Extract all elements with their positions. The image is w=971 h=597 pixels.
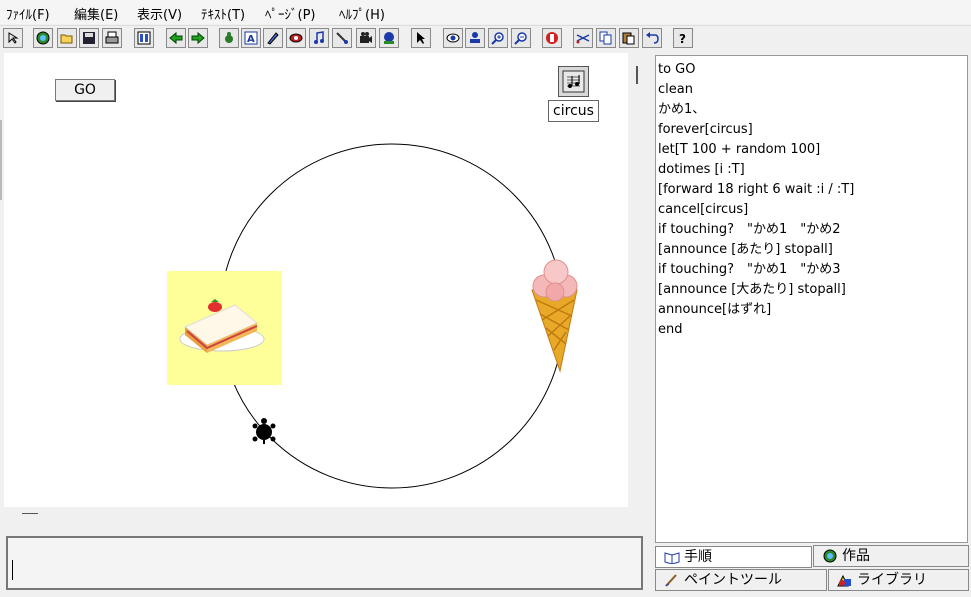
cake-sprite[interactable] bbox=[167, 271, 282, 385]
book-icon bbox=[664, 550, 680, 570]
code-line: end bbox=[658, 322, 683, 337]
code-line: [forward 18 right 6 wait :i / :T] bbox=[658, 182, 855, 197]
code-line: clean bbox=[658, 82, 693, 97]
text-caret bbox=[12, 560, 13, 580]
code-line: if touching? "かめ1 "かめ2 bbox=[658, 222, 841, 237]
command-input[interactable] bbox=[6, 536, 643, 590]
code-line: [announce [大あたり] stopall] bbox=[658, 282, 846, 297]
music-label: circus bbox=[548, 100, 599, 122]
status-divider bbox=[22, 513, 38, 514]
tab-procedures[interactable]: 手順 bbox=[655, 546, 812, 568]
tab-library-label: ライブラリ bbox=[857, 572, 927, 588]
shapes-icon bbox=[837, 573, 853, 593]
cake-icon bbox=[179, 299, 265, 353]
procedure-editor[interactable]: to GO clean かめ1、 forever[circus] let[T 1… bbox=[655, 55, 968, 543]
tab-works-label: 作品 bbox=[842, 548, 870, 564]
tab-works[interactable]: 作品 bbox=[813, 545, 969, 567]
tab-procedures-label: 手順 bbox=[684, 549, 712, 565]
music-icon[interactable] bbox=[558, 66, 589, 97]
code-line: dotimes [i :T] bbox=[658, 162, 745, 177]
code-line: かめ1、 bbox=[658, 102, 706, 117]
tab-library[interactable]: ライブラリ bbox=[828, 569, 969, 591]
code-line: announce[はずれ] bbox=[658, 302, 772, 317]
code-line: cancel[circus] bbox=[658, 202, 749, 217]
code-line: [announce [あたり] stopall] bbox=[658, 242, 833, 257]
tab-paint-tool[interactable]: ペイントツール bbox=[655, 569, 827, 591]
code-line: to GO bbox=[658, 62, 696, 77]
tab-paint-tool-label: ペイントツール bbox=[684, 572, 782, 588]
go-button[interactable]: GO bbox=[55, 79, 115, 101]
code-line: if touching? "かめ1 "かめ3 bbox=[658, 262, 841, 277]
code-line: forever[circus] bbox=[658, 122, 753, 137]
scrollbar-thumb[interactable] bbox=[636, 66, 638, 84]
globe-icon bbox=[822, 549, 838, 569]
code-line: let[T 100 + random 100] bbox=[658, 142, 821, 157]
turtle-sprite[interactable] bbox=[250, 417, 278, 445]
ice-cream-sprite[interactable] bbox=[522, 256, 592, 376]
paint-brush-icon bbox=[664, 573, 680, 593]
